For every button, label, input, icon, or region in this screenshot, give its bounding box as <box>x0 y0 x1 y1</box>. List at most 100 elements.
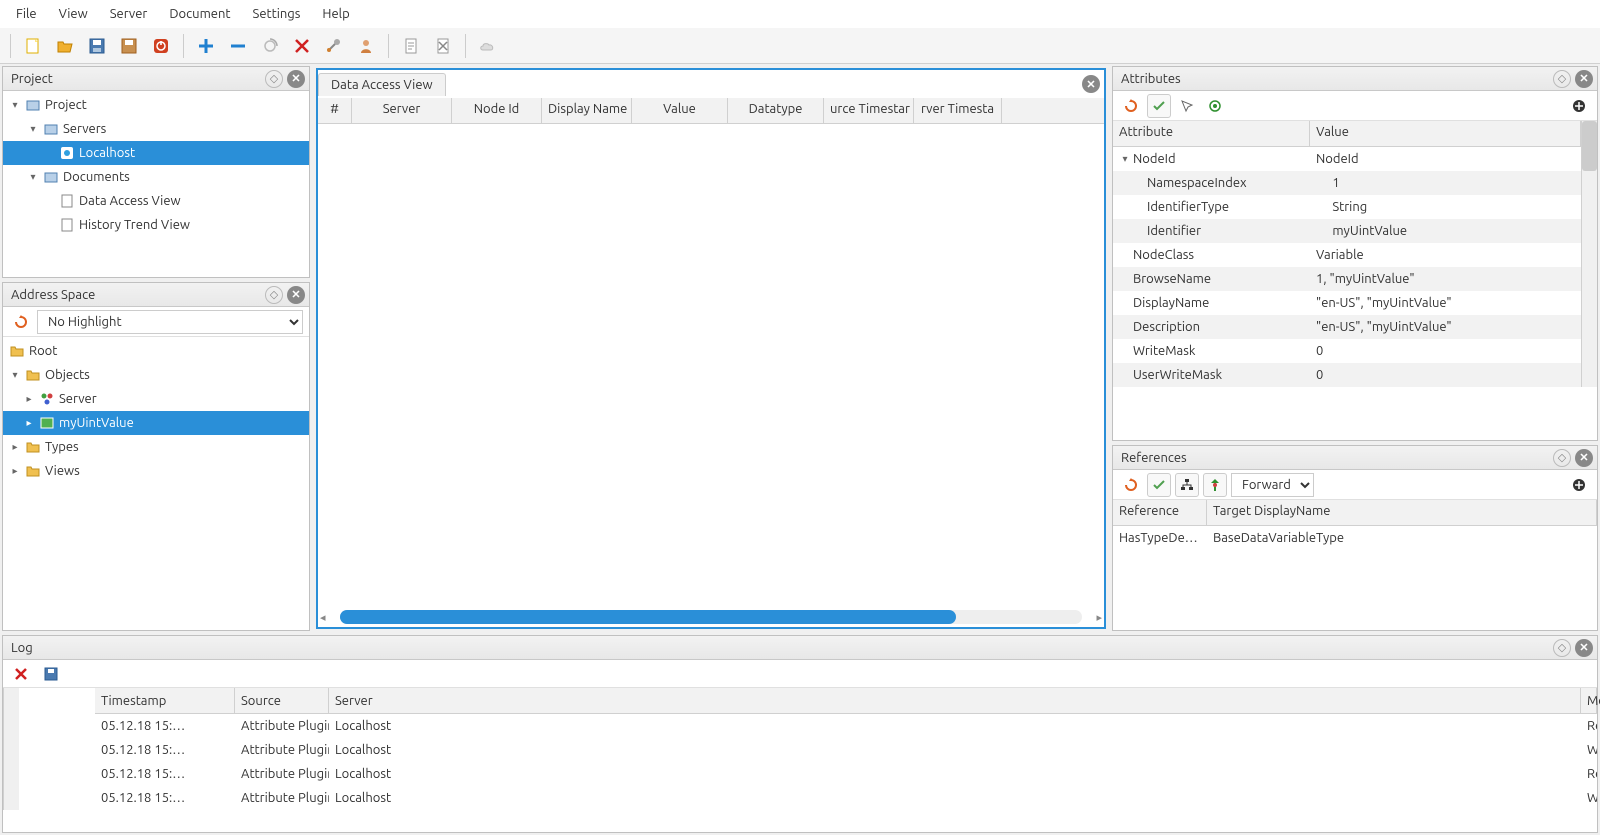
log-cell[interactable]: Write to node 'NS1|String|myUintValue' s… <box>1581 786 1597 810</box>
tree-item-server[interactable]: ▸Server <box>3 387 309 411</box>
save-log-button[interactable] <box>39 662 63 686</box>
project-tree[interactable]: ▾Project ▾Servers Localhost ▾Documents D… <box>3 91 309 277</box>
log-cell[interactable]: Attribute Plugin <box>235 738 329 762</box>
th-displayname[interactable]: Display Name <box>542 98 632 123</box>
save-button[interactable] <box>83 32 111 60</box>
menu-settings[interactable]: Settings <box>243 3 311 25</box>
tree-item-root[interactable]: Root <box>3 339 309 363</box>
log-cell[interactable]: 05.12.18 15:… <box>95 786 235 810</box>
panel-close-button[interactable]: ✕ <box>287 286 305 304</box>
panel-close-button[interactable]: ✕ <box>1082 75 1100 93</box>
tree-item-htv[interactable]: History Trend View <box>3 213 309 237</box>
th-servertimestamp[interactable]: rver Timesta <box>914 98 1002 123</box>
log-cell[interactable]: 05.12.18 15:… <box>95 714 235 738</box>
tree-item-myuintvalue[interactable]: ▸myUintValue <box>3 411 309 435</box>
panel-options-button[interactable]: ◇ <box>265 286 283 304</box>
log-cell[interactable]: Localhost <box>329 714 1581 738</box>
th-nodeid[interactable]: Node Id <box>452 98 542 123</box>
th-message[interactable]: Message <box>1581 688 1597 714</box>
toggle-check-button[interactable] <box>1147 94 1171 118</box>
scroll-left-icon[interactable]: ◂ <box>320 611 326 624</box>
panel-close-button[interactable]: ✕ <box>1575 639 1593 657</box>
clear-log-button[interactable] <box>9 662 33 686</box>
pick-button[interactable] <box>1175 94 1199 118</box>
close-project-button[interactable] <box>147 32 175 60</box>
log-cell[interactable]: Attribute Plugin <box>235 714 329 738</box>
toggle-check-button[interactable] <box>1147 473 1171 497</box>
attribute-row[interactable]: NamespaceIndex1 <box>1113 171 1581 195</box>
panel-close-button[interactable]: ✕ <box>1575 70 1593 88</box>
record-button[interactable] <box>1203 94 1227 118</box>
save-as-button[interactable] <box>115 32 143 60</box>
attribute-row[interactable]: Description"en-US", "myUintValue" <box>1113 315 1581 339</box>
tree-item-dav[interactable]: Data Access View <box>3 189 309 213</box>
tree-item-servers[interactable]: ▾Servers <box>3 117 309 141</box>
th-sourcetimestamp[interactable]: urce Timestar <box>824 98 914 123</box>
document-button[interactable] <box>397 32 425 60</box>
attributes-table-body[interactable]: ▾NodeIdNodeIdNamespaceIndex1IdentifierTy… <box>1113 147 1581 387</box>
attribute-row[interactable]: IdentifiermyUintValue <box>1113 219 1581 243</box>
log-cell[interactable]: 05.12.18 15:… <box>95 738 235 762</box>
attribute-row[interactable]: UserWriteMask0 <box>1113 363 1581 387</box>
tree-item-types[interactable]: ▸Types <box>3 435 309 459</box>
log-cell[interactable]: Write to node 'NS1|String|myUintValue' s… <box>1581 738 1597 762</box>
disconnect-server-button[interactable] <box>288 32 316 60</box>
th-server[interactable]: Server <box>352 98 452 123</box>
th-value[interactable]: Value <box>632 98 728 123</box>
tree-item-views[interactable]: ▸Views <box>3 459 309 483</box>
th-number[interactable]: # <box>318 98 352 123</box>
add-server-button[interactable] <box>192 32 220 60</box>
references-table-body[interactable]: HasTypeDe… BaseDataVariableType <box>1113 526 1597 630</box>
log-cell[interactable]: 05.12.18 15:… <box>95 762 235 786</box>
dav-tab[interactable]: Data Access View <box>318 73 446 96</box>
cloud-button[interactable] <box>474 32 502 60</box>
th-source[interactable]: Source <box>235 688 329 714</box>
add-attribute-button[interactable] <box>1567 94 1591 118</box>
server-settings-button[interactable] <box>320 32 348 60</box>
panel-options-button[interactable]: ◇ <box>1553 639 1571 657</box>
log-cell[interactable]: Read attributes of node 'NS1|String|myUi… <box>1581 714 1597 738</box>
menu-file[interactable]: File <box>6 3 47 25</box>
reference-row[interactable]: HasTypeDe… BaseDataVariableType <box>1113 526 1597 550</box>
attribute-row[interactable]: NodeClassVariable <box>1113 243 1581 267</box>
menu-help[interactable]: Help <box>312 3 359 25</box>
th-attribute[interactable]: Attribute <box>1113 121 1310 146</box>
attribute-row[interactable]: DisplayName"en-US", "myUintValue" <box>1113 291 1581 315</box>
menu-server[interactable]: Server <box>100 3 158 25</box>
hierarchy-button[interactable] <box>1175 473 1199 497</box>
direction-button[interactable] <box>1203 473 1227 497</box>
panel-options-button[interactable]: ◇ <box>1553 449 1571 467</box>
log-cell[interactable]: Localhost <box>329 786 1581 810</box>
open-file-button[interactable] <box>51 32 79 60</box>
refresh-button[interactable] <box>1119 94 1143 118</box>
tree-item-localhost[interactable]: Localhost <box>3 141 309 165</box>
panel-options-button[interactable]: ◇ <box>1553 70 1571 88</box>
dav-hscrollbar[interactable]: ◂ ▸ <box>318 607 1104 627</box>
log-cell[interactable]: Attribute Plugin <box>235 786 329 810</box>
attribute-row[interactable]: IdentifierTypeString <box>1113 195 1581 219</box>
add-reference-button[interactable] <box>1567 473 1591 497</box>
th-timestamp[interactable]: Timestamp <box>95 688 235 714</box>
dav-table-body[interactable] <box>318 124 1104 607</box>
th-target[interactable]: Target DisplayName <box>1207 500 1597 525</box>
tree-item-project[interactable]: ▾Project <box>3 93 309 117</box>
panel-close-button[interactable]: ✕ <box>1575 449 1593 467</box>
menu-view[interactable]: View <box>49 3 98 25</box>
delete-document-button[interactable] <box>429 32 457 60</box>
refresh-button[interactable] <box>1119 473 1143 497</box>
panel-options-button[interactable]: ◇ <box>265 70 283 88</box>
attributes-vscrollbar[interactable] <box>1581 121 1597 387</box>
th-reference[interactable]: Reference <box>1113 500 1207 525</box>
log-cell[interactable]: Read attributes of node 'NS1|String|myUi… <box>1581 762 1597 786</box>
direction-select[interactable]: Forward <box>1231 473 1314 497</box>
address-space-tree[interactable]: Root ▾Objects ▸Server ▸myUintValue ▸Type… <box>3 337 309 630</box>
attribute-row[interactable]: WriteMask0 <box>1113 339 1581 363</box>
panel-close-button[interactable]: ✕ <box>287 70 305 88</box>
th-server[interactable]: Server <box>329 688 1581 714</box>
remove-server-button[interactable] <box>224 32 252 60</box>
th-datatype[interactable]: Datatype <box>728 98 824 123</box>
refresh-button[interactable] <box>9 310 33 334</box>
attribute-row[interactable]: ▾NodeIdNodeId <box>1113 147 1581 171</box>
th-value[interactable]: Value <box>1310 121 1581 146</box>
log-cell[interactable]: Localhost <box>329 738 1581 762</box>
